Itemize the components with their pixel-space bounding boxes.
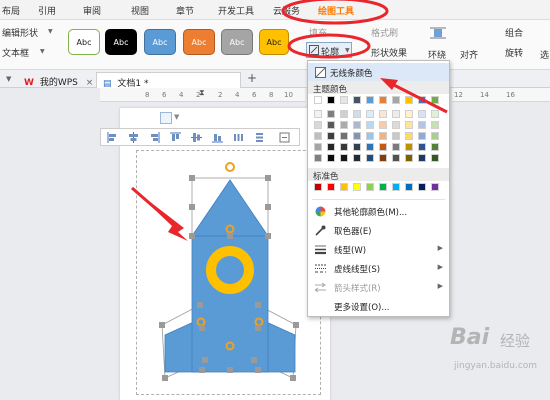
watermark-url: jingyan.baidu.com	[454, 361, 538, 371]
annotation-arrow-line	[387, 80, 448, 114]
annotation-arrow-line	[131, 186, 179, 230]
highlight-ellipse-drawing-tools	[281, 0, 389, 25]
annotation-arrow-icon	[380, 78, 398, 90]
watermark-jingyan: 经验	[500, 332, 531, 350]
watermark: Bai 经验 jingyan.baidu.com	[450, 325, 550, 400]
highlight-ellipse-outline	[287, 33, 371, 59]
watermark-logo-text: Bai	[450, 325, 490, 350]
